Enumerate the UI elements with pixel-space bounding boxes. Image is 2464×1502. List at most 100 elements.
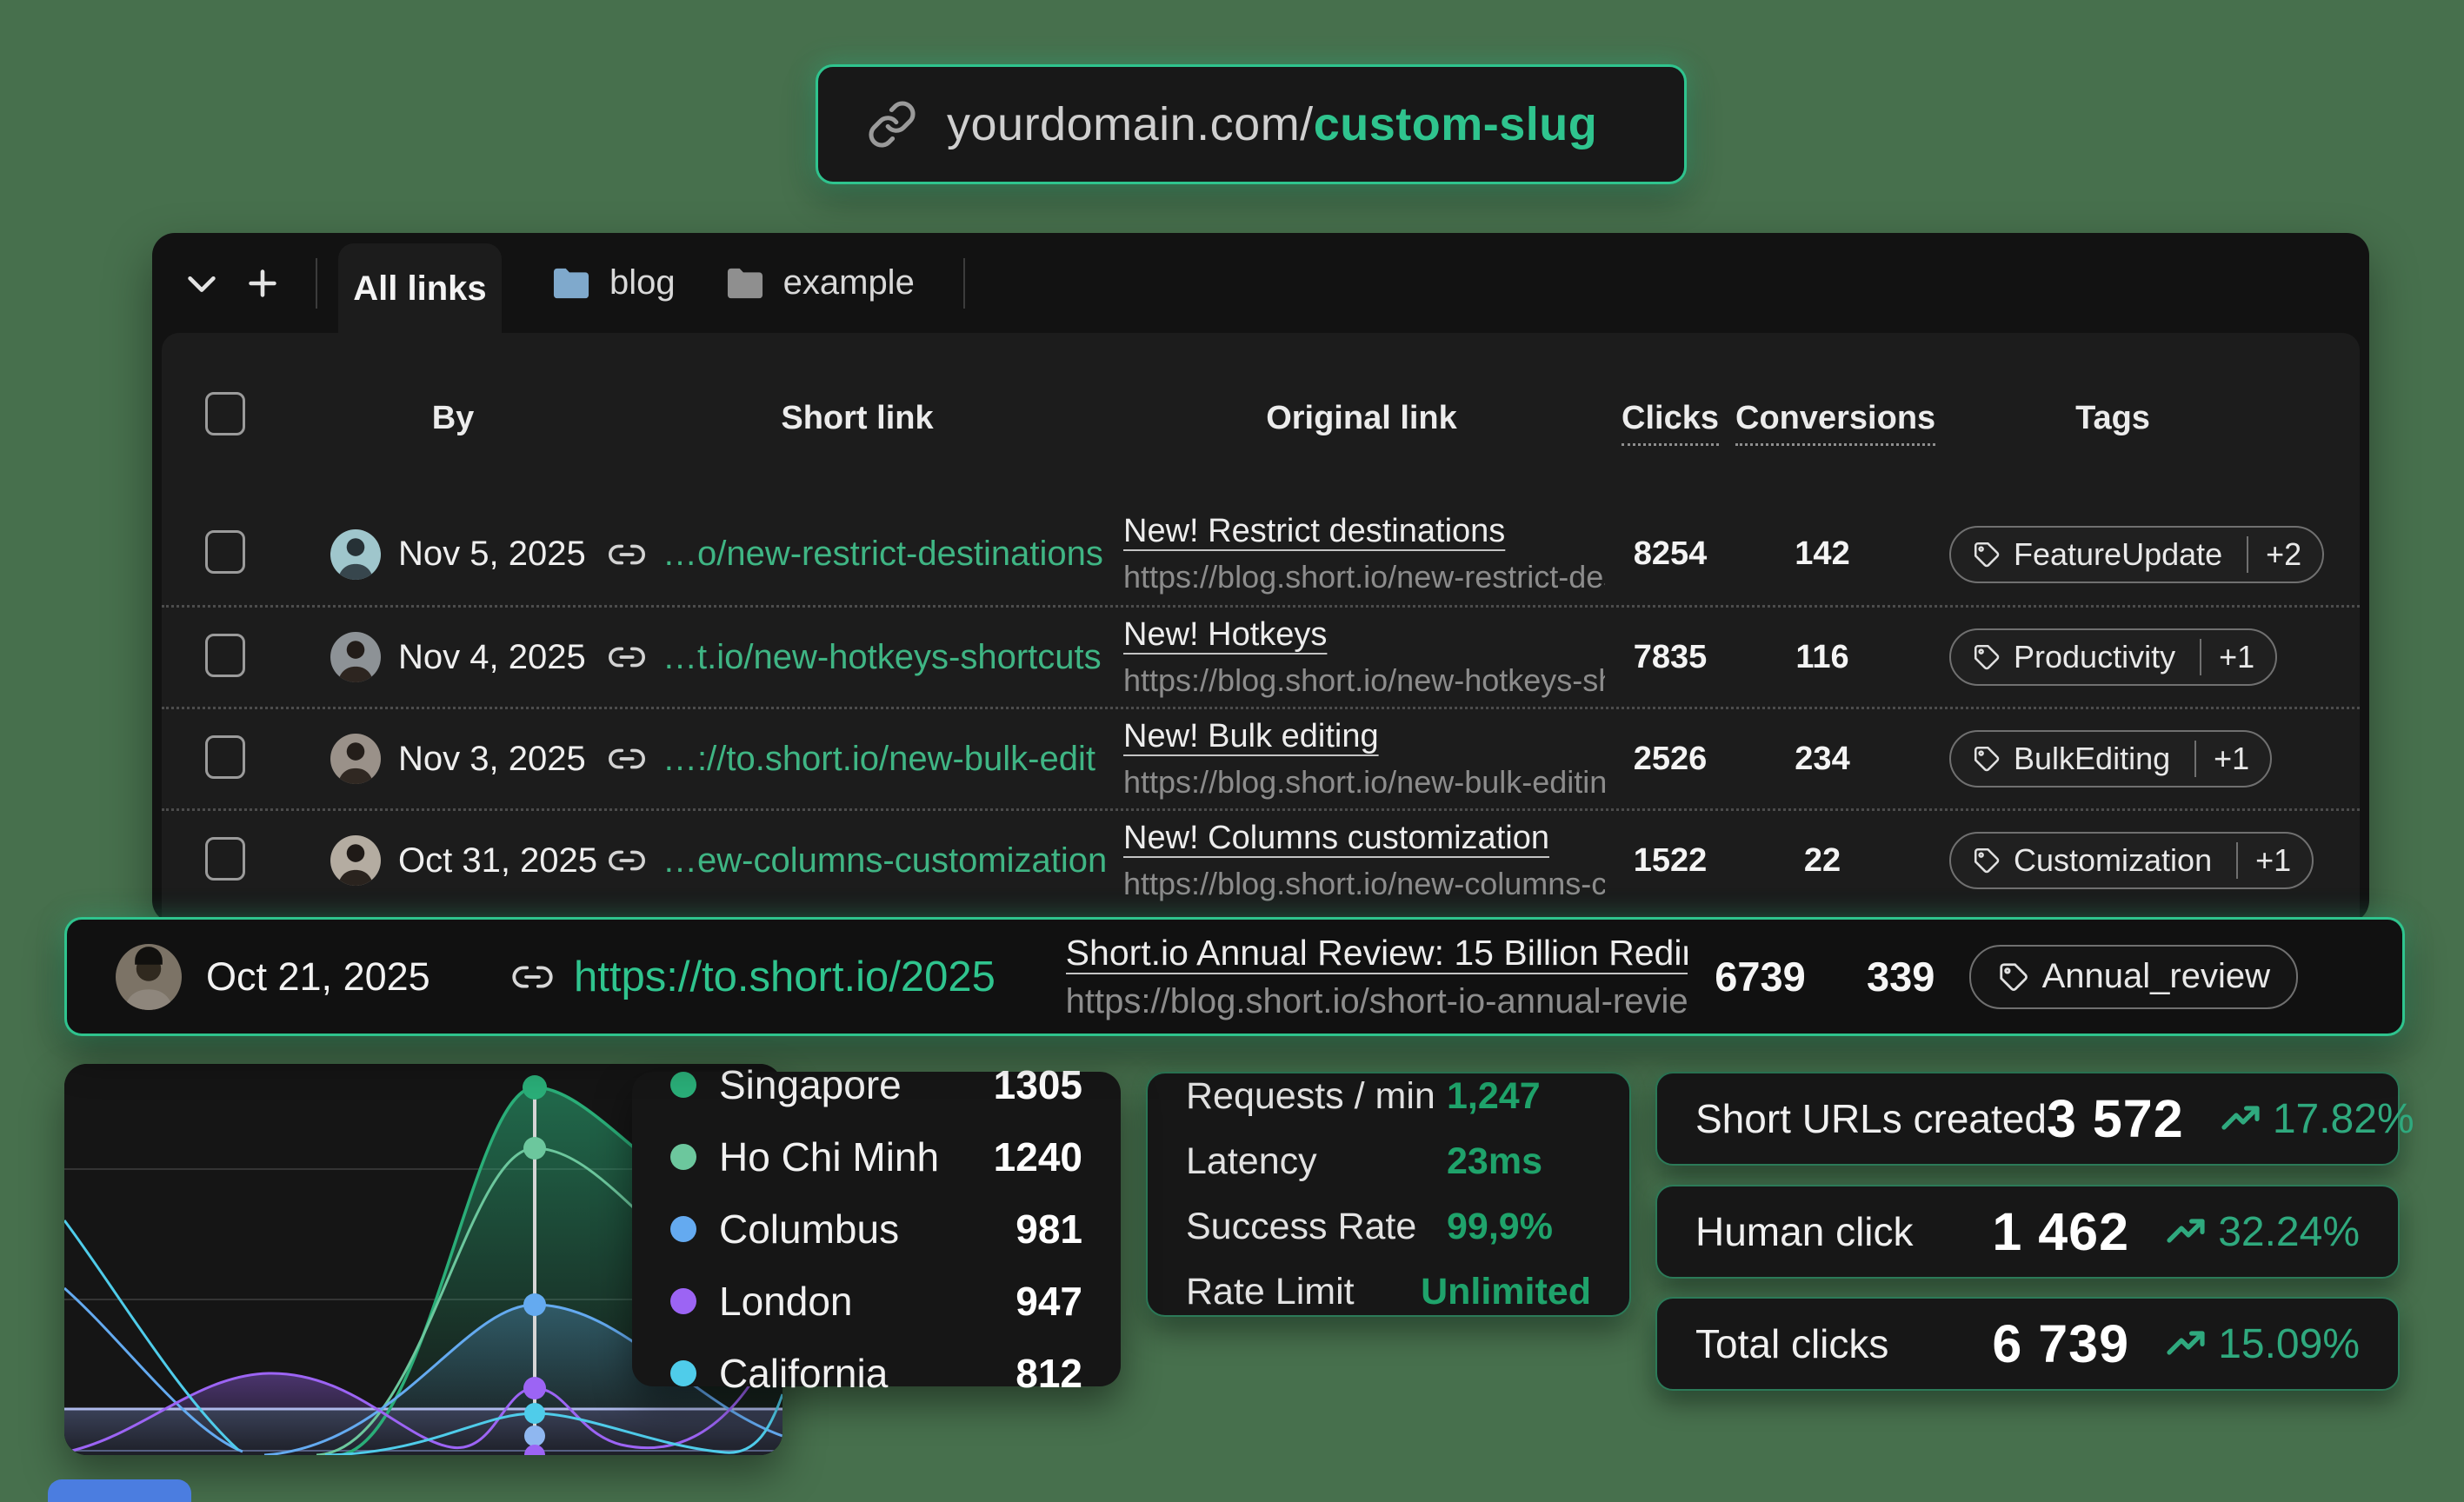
highlighted-link-row[interactable]: Oct 21, 2025 https://to.short.io/2025 Sh…	[64, 917, 2405, 1036]
trend-badge: 17.82%	[2184, 1095, 2414, 1143]
stat-card-short-urls: Short URLs created 3 572 17.82%	[1655, 1072, 2400, 1166]
tag-pill[interactable]: BulkEditing+1	[1949, 730, 2272, 788]
tag-icon	[1972, 642, 2001, 672]
col-short-link: Short link	[596, 400, 1118, 437]
link-icon	[607, 535, 647, 575]
tag-icon	[1972, 846, 2001, 875]
legend-item: California 812	[670, 1350, 1082, 1397]
select-all-checkbox[interactable]	[205, 392, 245, 435]
page: yourdomain.com/custom-slug All links blo…	[0, 0, 2464, 1502]
tab-bar: All links blog example	[152, 233, 2369, 333]
tag-icon	[1997, 960, 2030, 994]
stat-row: Requests / min 1,247	[1186, 1075, 1591, 1118]
tag-extra-count[interactable]: +1	[2236, 842, 2291, 879]
tab-all-links[interactable]: All links	[338, 243, 502, 334]
links-table: By Short link Original link Clicks Conve…	[162, 333, 2360, 923]
add-tab-button[interactable]	[232, 253, 293, 314]
row-date: Oct 31, 2025	[398, 841, 597, 881]
clicks-value: 6739	[1688, 953, 1833, 1000]
original-link-url: https://blog.short.io/new-restrict-des…	[1123, 559, 1605, 595]
stat-row: Latency 23ms	[1186, 1140, 1591, 1183]
tag-pill[interactable]: Customization+1	[1949, 832, 2314, 889]
clicks-value: 2526	[1605, 741, 1735, 778]
col-tags: Tags	[1909, 400, 2316, 437]
legend-item: Singapore 1305	[670, 1061, 1082, 1108]
legend-dot	[670, 1288, 696, 1314]
tab-example-label: example	[783, 263, 915, 302]
trending-up-icon	[2221, 1098, 2262, 1140]
chevron-down-icon	[182, 263, 222, 303]
trend-badge: 32.24%	[2129, 1208, 2360, 1256]
col-clicks[interactable]: Clicks	[1605, 400, 1735, 437]
legend-item: London 947	[670, 1278, 1082, 1325]
avatar	[330, 632, 381, 682]
tab-blog[interactable]: blog	[550, 263, 676, 302]
tag-extra-count[interactable]: +1	[2194, 741, 2249, 777]
tab-all-links-label: All links	[353, 269, 486, 309]
custom-slug: custom-slug	[1314, 98, 1598, 150]
row-checkbox[interactable]	[205, 837, 245, 881]
avatar	[330, 734, 381, 784]
legend-dot	[670, 1216, 696, 1242]
link-icon	[867, 99, 917, 150]
clicks-value: 7835	[1605, 639, 1735, 676]
original-link-title[interactable]: New! Restrict destinations	[1123, 513, 1605, 550]
legend-item: Ho Chi Minh 1240	[670, 1133, 1082, 1180]
domain-url: yourdomain.com/custom-slug	[947, 97, 1597, 151]
original-link-url: https://blog.short.io/new-bulk-editing/	[1123, 764, 1605, 801]
col-conversions[interactable]: Conversions	[1735, 400, 1909, 437]
tag-extra-count[interactable]: +2	[2247, 536, 2301, 573]
tab-example[interactable]: example	[724, 263, 915, 302]
conversions-value: 142	[1735, 535, 1909, 573]
original-link-title[interactable]: New! Columns customization	[1123, 820, 1605, 857]
original-link-title[interactable]: New! Hotkeys	[1123, 616, 1605, 654]
link-icon	[607, 841, 647, 881]
conversions-value: 234	[1735, 741, 1909, 778]
custom-domain-input[interactable]: yourdomain.com/custom-slug	[816, 64, 1687, 184]
clicks-value: 8254	[1605, 535, 1735, 573]
tag-icon	[1972, 540, 2001, 569]
trending-up-icon	[2166, 1323, 2208, 1365]
short-link[interactable]: https://to.short.io/2025	[574, 953, 1017, 1001]
avatar	[116, 944, 182, 1010]
original-link-url: https://blog.short.io/new-hotkeys-sh…	[1123, 662, 1605, 699]
short-link[interactable]: …o/new-restrict-destinations	[596, 535, 1118, 575]
row-checkbox[interactable]	[205, 735, 245, 779]
api-stats-panel: Requests / min 1,247 Latency 23ms Succes…	[1146, 1072, 1631, 1317]
row-date: Nov 5, 2025	[398, 535, 586, 574]
tag-pill[interactable]: Productivity+1	[1949, 628, 2277, 686]
table-row: Oct 31, 2025 …ew-columns-customization N…	[162, 808, 2360, 910]
row-date: Nov 4, 2025	[398, 638, 586, 677]
col-original-link: Original link	[1118, 400, 1605, 437]
avatar	[330, 835, 381, 886]
short-link[interactable]: …ew-columns-customization	[596, 841, 1118, 881]
short-link[interactable]: …://to.short.io/new-bulk-edit	[596, 739, 1118, 779]
legend-dot	[670, 1144, 696, 1170]
tab-blog-label: blog	[609, 263, 676, 302]
stat-card-total-clicks: Total clicks 6 739 15.09%	[1655, 1297, 2400, 1391]
plus-icon	[243, 263, 283, 303]
stat-card-human-click: Human click 1 462 32.24%	[1655, 1185, 2400, 1279]
conversions-value: 116	[1735, 639, 1909, 676]
short-link[interactable]: …t.io/new-hotkeys-shortcuts	[596, 637, 1118, 677]
col-by: By	[310, 400, 596, 437]
collapse-button[interactable]	[171, 253, 232, 314]
folder-icon	[724, 265, 766, 302]
clicks-value: 1522	[1605, 842, 1735, 880]
original-link-title[interactable]: New! Bulk editing	[1123, 718, 1605, 755]
tag-extra-count[interactable]: +1	[2200, 639, 2254, 675]
link-icon	[607, 739, 647, 779]
links-window: All links blog example By Short link Ori…	[152, 233, 2369, 923]
original-link-title[interactable]: Short.io Annual Review: 15 Billion Redir…	[1066, 933, 1688, 974]
row-date: Nov 3, 2025	[398, 740, 586, 779]
row-checkbox[interactable]	[205, 634, 245, 677]
legend-dot	[670, 1360, 696, 1386]
tabbar-divider	[316, 258, 317, 309]
trend-badge: 15.09%	[2129, 1320, 2360, 1368]
row-date: Oct 21, 2025	[206, 954, 462, 1000]
tag-pill[interactable]: Annual_review	[1969, 945, 2298, 1009]
row-checkbox[interactable]	[205, 530, 245, 574]
conversions-value: 22	[1735, 842, 1909, 880]
stat-row: Success Rate 99,9%	[1186, 1206, 1591, 1248]
tag-pill[interactable]: FeatureUpdate+2	[1949, 526, 2324, 583]
